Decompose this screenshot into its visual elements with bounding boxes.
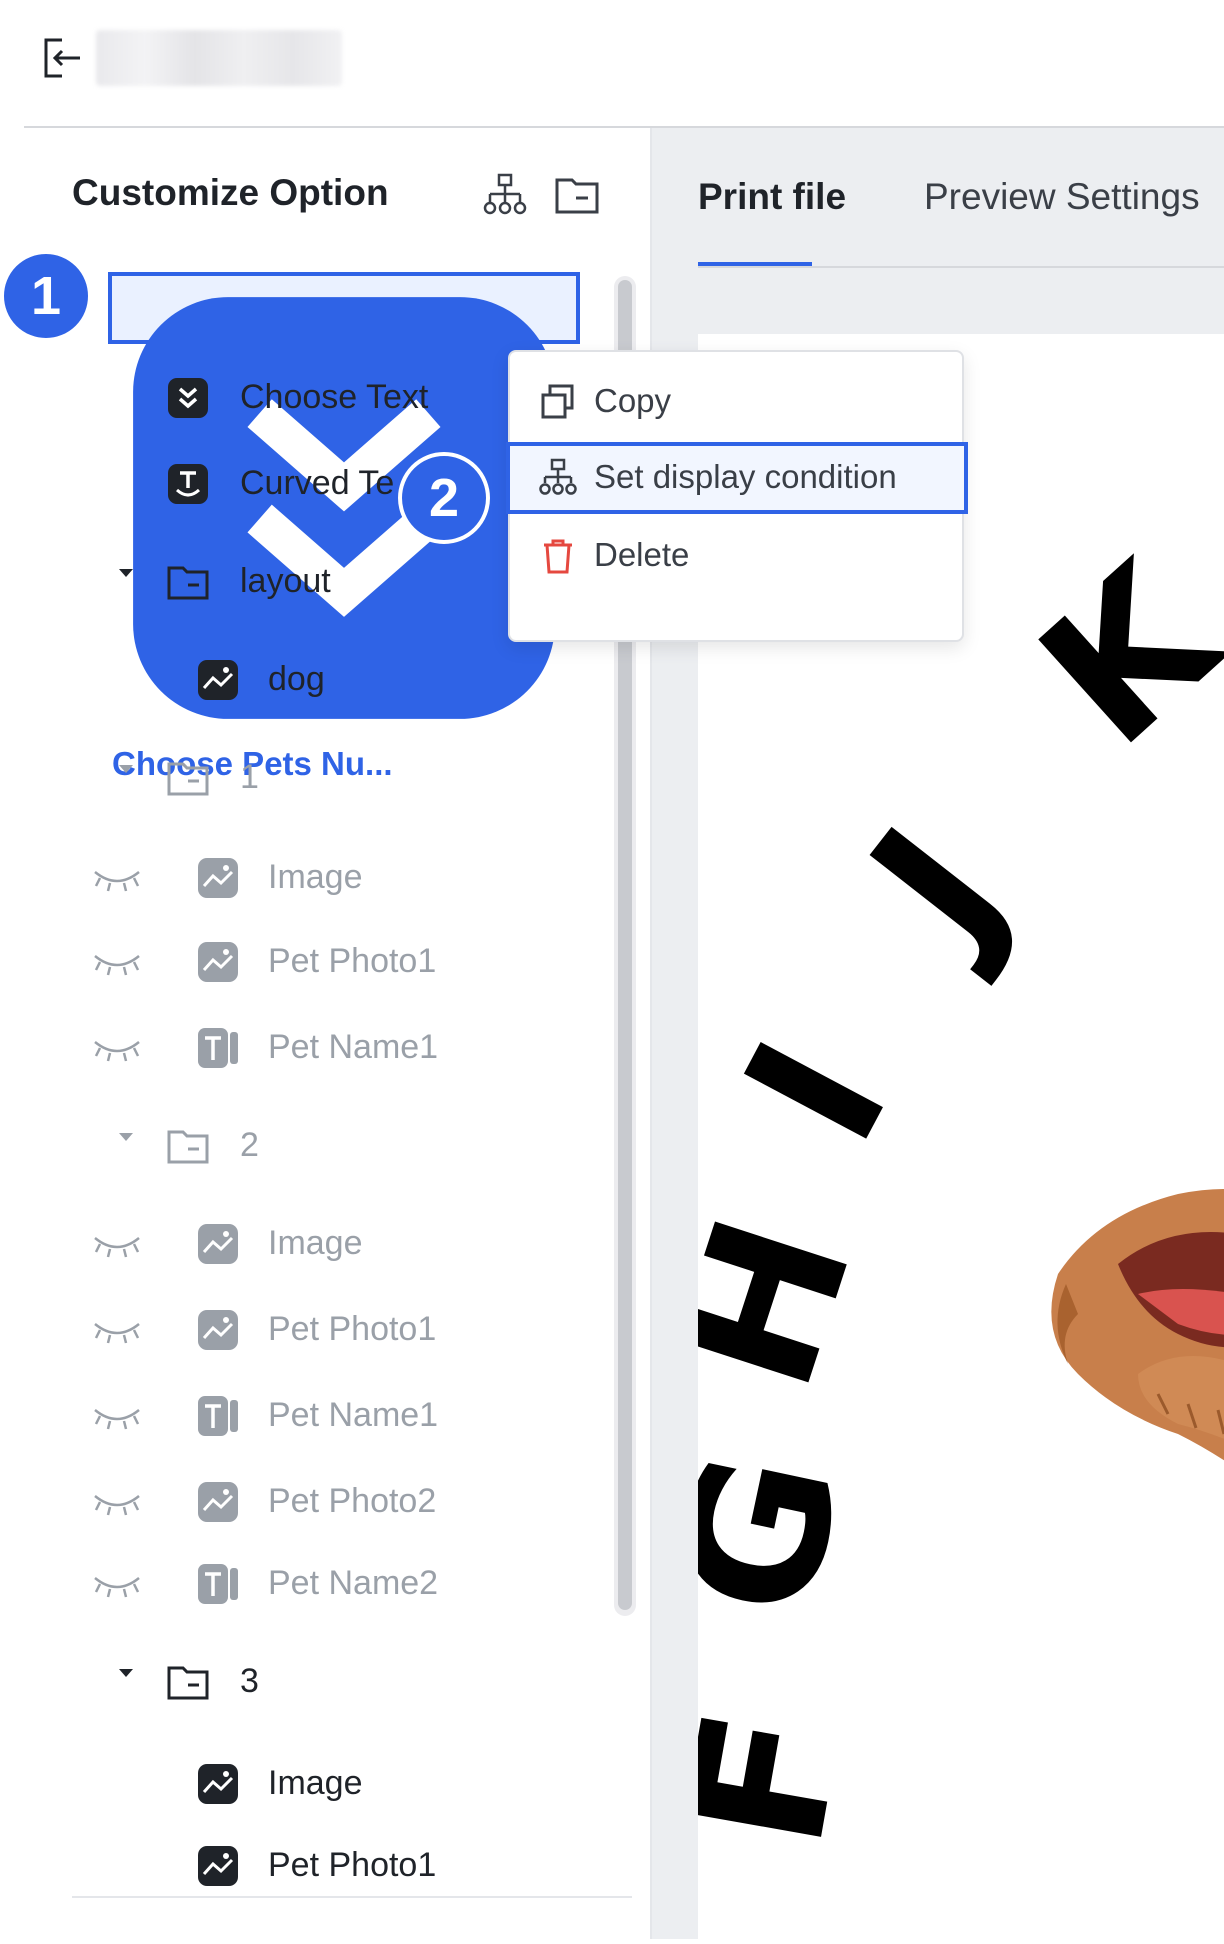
tree-item-pet-photo2[interactable]: Pet Photo2 [0,1468,610,1538]
tree-folder-1[interactable]: 1 [0,744,610,814]
caret-down-icon[interactable] [114,1126,138,1150]
tree-item-label: Image [268,1224,363,1262]
image-icon [198,1224,238,1264]
folder-icon [167,762,209,796]
tree-item-dog[interactable]: dog [0,646,610,716]
step-badge-2: 2 [398,452,490,544]
eye-closed-icon[interactable] [92,948,142,978]
image-icon [198,660,238,700]
menu-item-copy[interactable]: Copy [510,366,962,438]
menu-item-delete[interactable]: Delete [510,520,962,592]
tree-item-label: Pet Photo1 [268,1310,437,1348]
folder-icon [167,1130,209,1164]
eye-closed-icon[interactable] [92,1488,142,1518]
dropdown-icon [168,378,208,418]
tree-item-label: Pet Photo1 [268,942,437,980]
tree-item-label: Image [268,1764,363,1802]
folder-icon[interactable] [554,172,600,218]
top-bar [0,0,1224,128]
tree-item-pet-photo1[interactable]: Pet Photo1 [0,1296,610,1366]
eye-closed-icon[interactable] [92,864,142,894]
tree-item-pet-name1[interactable]: Pet Name1 [0,1014,610,1084]
tree-item-label: Pet Photo1 [268,1846,437,1884]
panel-title: Customize Option [72,172,389,213]
canvas-letter-i: I [703,1009,931,1175]
tree-item-label: Image [268,858,363,896]
image-icon [198,1846,238,1886]
eye-closed-icon[interactable] [92,1402,142,1432]
tree-item-pet-name2[interactable]: Pet Name2 [0,1550,610,1620]
image-icon [198,1482,238,1522]
menu-item-label: Copy [594,382,672,419]
canvas-letter-g: G [698,1435,884,1633]
canvas-letter-h: H [698,1193,895,1413]
hierarchy-icon [539,458,577,495]
menu-item-label: Set display condition [594,458,897,495]
folder-icon [167,566,209,600]
tree-item-label: Pet Photo2 [268,1482,437,1520]
image-icon [198,1310,238,1350]
caret-down-icon[interactable] [114,758,138,782]
tree-item-label: dog [268,660,325,698]
trash-icon [544,539,572,574]
image-icon [198,858,238,898]
tree-item-label: Curved Te [240,464,395,502]
menu-item-set-display-condition[interactable]: Set display condition [506,442,968,514]
tree-item-label: Pet Name1 [268,1396,439,1434]
hierarchy-icon[interactable] [482,172,528,218]
copy-icon [541,384,574,419]
tabs-divider [698,266,1224,268]
tab-preview-settings[interactable]: Preview Settings [924,176,1200,218]
tree-item-choose-pets-number[interactable]: Choose Pets Nu... [108,272,580,782]
panel-bottom-divider [72,1896,632,1898]
dog-illustration [1051,1189,1224,1461]
tree-item-pet-photo1[interactable]: Pet Photo1 [0,928,610,998]
eye-closed-icon[interactable] [92,1230,142,1260]
image-icon [198,1764,238,1804]
menu-item-label: Delete [594,536,690,573]
eye-closed-icon[interactable] [92,1570,142,1600]
tree-item-pet-photo1[interactable]: Pet Photo1 [0,1832,610,1902]
canvas-letter-k: K [1000,521,1224,788]
text-icon [198,1564,238,1604]
canvas-letter-f: F [698,1696,885,1862]
tree-item-image[interactable]: Image [0,844,610,914]
eye-closed-icon[interactable] [92,1034,142,1064]
curved-text-icon [168,464,208,504]
caret-down-icon[interactable] [114,562,138,586]
logout-arrow-icon[interactable] [40,36,84,80]
canvas-letter-j: J [823,790,1047,990]
tree-item-label: Pet Name2 [268,1564,439,1602]
image-icon [198,942,238,982]
text-icon [198,1028,238,1068]
tree-item-label: Choose Text [240,378,429,416]
tree-item-image[interactable]: Image [0,1210,610,1280]
step-badge-1: 1 [0,250,92,342]
tree-item-label: 1 [240,758,259,796]
tab-print-file[interactable]: Print file [698,176,846,218]
blurred-project-name [96,30,342,86]
text-icon [198,1396,238,1436]
caret-down-icon[interactable] [114,1662,138,1686]
tree-item-label: Pet Name1 [268,1028,439,1066]
eye-closed-icon[interactable] [92,1316,142,1346]
tree-item-pet-name1[interactable]: Pet Name1 [0,1382,610,1452]
tree-folder-2[interactable]: 2 [0,1112,610,1182]
tree-item-image[interactable]: Image [0,1750,610,1820]
context-menu: Copy Set display condition Delete [506,350,968,642]
tree-item-label: 2 [240,1126,259,1164]
folder-icon [167,1666,209,1700]
tree-item-label: layout [240,562,331,600]
tree-folder-3[interactable]: 3 [0,1648,610,1718]
tree-item-label: 3 [240,1662,259,1700]
